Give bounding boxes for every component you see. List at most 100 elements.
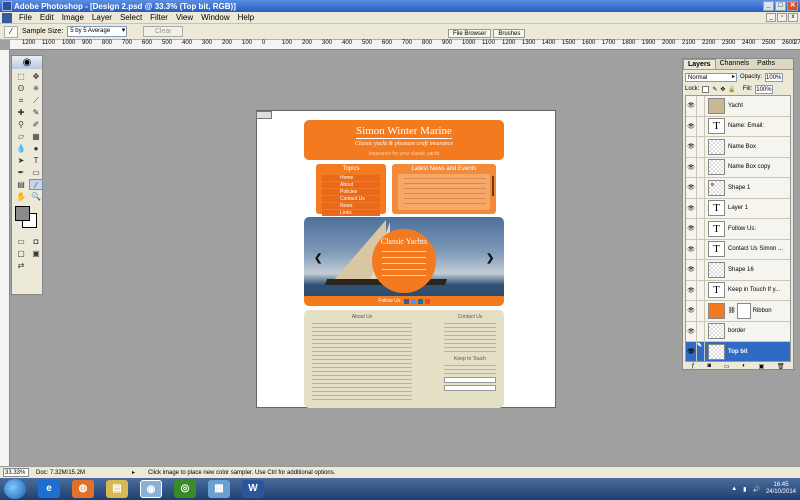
layer-row-follow-us[interactable]: 👁 T Follow Us: <box>686 219 790 240</box>
eraser-tool-icon[interactable]: ▱ <box>14 131 28 142</box>
fill-input[interactable]: 100% <box>755 84 774 94</box>
foreground-color[interactable] <box>15 206 30 221</box>
hand-tool-icon[interactable]: ✋ <box>14 191 28 202</box>
type-tool-icon[interactable]: T <box>29 155 43 166</box>
clock[interactable]: 16:45 24/10/2014 <box>766 482 796 496</box>
brush-tool-icon[interactable]: ✎ <box>29 107 43 118</box>
layer-style-icon[interactable]: ƒ <box>691 363 694 371</box>
visibility-eye-icon[interactable]: 👁 <box>686 137 697 157</box>
menu-image[interactable]: Image <box>58 13 88 22</box>
layer-row-border[interactable]: 👁 border <box>686 321 790 342</box>
layer-row-contact-us[interactable]: 👁 T Contact Us Simon ... <box>686 239 790 260</box>
pen-tool-icon[interactable]: ✒ <box>14 167 28 178</box>
link-cell[interactable] <box>697 321 705 341</box>
delete-layer-icon[interactable]: 🗑 <box>777 363 785 371</box>
link-cell[interactable] <box>697 96 705 116</box>
minimize-button[interactable]: _ <box>763 1 774 11</box>
eyedropper-tool-icon[interactable]: ⁄ <box>29 179 43 190</box>
layer-row-name-box-copy[interactable]: 👁 Name Box copy <box>686 157 790 178</box>
lock-transparency-checkbox[interactable] <box>702 85 710 93</box>
zoom-field[interactable]: 33.33% <box>3 468 29 477</box>
layer-row-name-box[interactable]: 👁 Name Box <box>686 137 790 158</box>
lasso-tool-icon[interactable]: ʘ <box>14 83 28 94</box>
tab-layers[interactable]: Layers <box>683 59 716 69</box>
file-browser-tab[interactable]: File Browser <box>448 29 492 38</box>
visibility-eye-icon[interactable]: 👁 <box>686 198 697 218</box>
lock-brush-icon[interactable]: ✎ <box>712 86 717 93</box>
link-cell[interactable] <box>697 239 705 259</box>
menu-filter[interactable]: Filter <box>146 13 172 22</box>
visibility-eye-icon[interactable]: 👁 <box>686 219 697 239</box>
show-hidden-icons-icon[interactable]: ▲ <box>731 486 737 492</box>
menu-edit[interactable]: Edit <box>36 13 58 22</box>
link-cell[interactable] <box>697 260 705 280</box>
document-canvas[interactable]: Simon Winter Marine Classic yacht & plea… <box>256 110 556 408</box>
layers-list[interactable]: 👁 Yacht 👁 T Name: Email: 👁 Name Box 👁 Na… <box>685 95 791 362</box>
layer-row-shape-1[interactable]: 👁 Shape 1 <box>686 178 790 199</box>
brushes-tab[interactable]: Brushes <box>493 29 526 38</box>
slice-tool-icon[interactable]: ⟋ <box>29 95 43 106</box>
doc-restore-button[interactable]: ▫ <box>777 13 787 22</box>
quick-mask-icon[interactable]: ◘ <box>29 236 43 247</box>
lock-move-icon[interactable]: ✥ <box>720 86 725 93</box>
close-button[interactable]: ✕ <box>787 1 798 11</box>
jump-to-imageready-icon[interactable]: ⇄ <box>14 260 28 271</box>
doc-close-button[interactable]: x <box>788 13 798 22</box>
menu-help[interactable]: Help <box>234 13 258 22</box>
clear-button[interactable]: Clear <box>143 26 184 37</box>
eyedropper-tool-preset-icon[interactable]: ⁄ <box>4 25 18 38</box>
menu-window[interactable]: Window <box>197 13 233 22</box>
marquee-tool-icon[interactable]: ⬚ <box>14 71 28 82</box>
folder-icon[interactable]: ▦ <box>208 480 230 498</box>
menu-file[interactable]: File <box>15 13 36 22</box>
history-brush-tool-icon[interactable]: ✐ <box>29 119 43 130</box>
link-cell[interactable] <box>697 301 705 321</box>
chain-link-icon[interactable]: ⛓ <box>728 307 736 314</box>
menu-select[interactable]: Select <box>116 13 146 22</box>
screen-mode-standard-icon[interactable]: ▢ <box>14 248 28 259</box>
path-selection-tool-icon[interactable]: ➤ <box>14 155 28 166</box>
clone-stamp-tool-icon[interactable]: ⚲ <box>14 119 28 130</box>
visibility-eye-icon[interactable]: 👁 <box>686 116 697 136</box>
link-cell[interactable] <box>697 198 705 218</box>
volume-icon[interactable]: 🔊 <box>752 486 759 493</box>
blend-mode-select[interactable]: Normal <box>685 72 737 82</box>
link-cell[interactable] <box>697 219 705 239</box>
visibility-eye-icon[interactable]: 👁 <box>686 280 697 300</box>
tab-paths[interactable]: Paths <box>753 59 779 69</box>
layer-row-ribbon[interactable]: 👁 ⛓ Ribbon <box>686 301 790 322</box>
visibility-eye-icon[interactable]: 👁 <box>686 301 697 321</box>
maximize-button[interactable]: □ <box>775 1 786 11</box>
visibility-eye-icon[interactable]: 👁 <box>686 260 697 280</box>
shape-tool-icon[interactable]: ▭ <box>29 167 43 178</box>
link-cell[interactable] <box>697 116 705 136</box>
visibility-eye-icon[interactable]: 👁 <box>686 157 697 177</box>
magic-wand-tool-icon[interactable]: ✳ <box>29 83 43 94</box>
zoom-tool-icon[interactable]: 🔍 <box>29 191 43 202</box>
lock-all-icon[interactable]: 🔒 <box>728 86 735 93</box>
visibility-eye-icon[interactable]: 👁 <box>686 96 697 116</box>
link-cell[interactable] <box>697 157 705 177</box>
brush-edit-icon[interactable]: ✎ <box>697 342 705 361</box>
layer-row-yacht[interactable]: 👁 Yacht <box>686 96 790 117</box>
start-button[interactable] <box>4 479 26 499</box>
menu-view[interactable]: View <box>172 13 197 22</box>
link-cell[interactable] <box>697 137 705 157</box>
toolbox-header[interactable]: ◉ <box>12 56 42 69</box>
visibility-eye-icon[interactable]: 👁 <box>686 239 697 259</box>
tab-channels[interactable]: Channels <box>716 59 754 69</box>
new-set-icon[interactable]: ▭ <box>724 363 730 371</box>
layer-row-shape-16[interactable]: 👁 Shape 16 <box>686 260 790 281</box>
status-menu-arrow-icon[interactable]: ▸ <box>132 469 142 476</box>
word-icon[interactable]: W <box>242 480 264 498</box>
standard-mode-icon[interactable]: ▭ <box>14 236 28 247</box>
visibility-eye-icon[interactable]: 👁 <box>686 178 697 198</box>
opacity-input[interactable]: 100% <box>765 72 784 82</box>
document-icon[interactable] <box>2 12 12 23</box>
internet-explorer-icon[interactable]: e <box>38 480 60 498</box>
menu-layer[interactable]: Layer <box>88 13 116 22</box>
crop-tool-icon[interactable]: ⌗ <box>14 95 28 106</box>
visibility-eye-icon[interactable]: 👁 <box>686 342 697 361</box>
healing-brush-tool-icon[interactable]: ✚ <box>14 107 28 118</box>
notes-tool-icon[interactable]: ▤ <box>14 179 28 190</box>
